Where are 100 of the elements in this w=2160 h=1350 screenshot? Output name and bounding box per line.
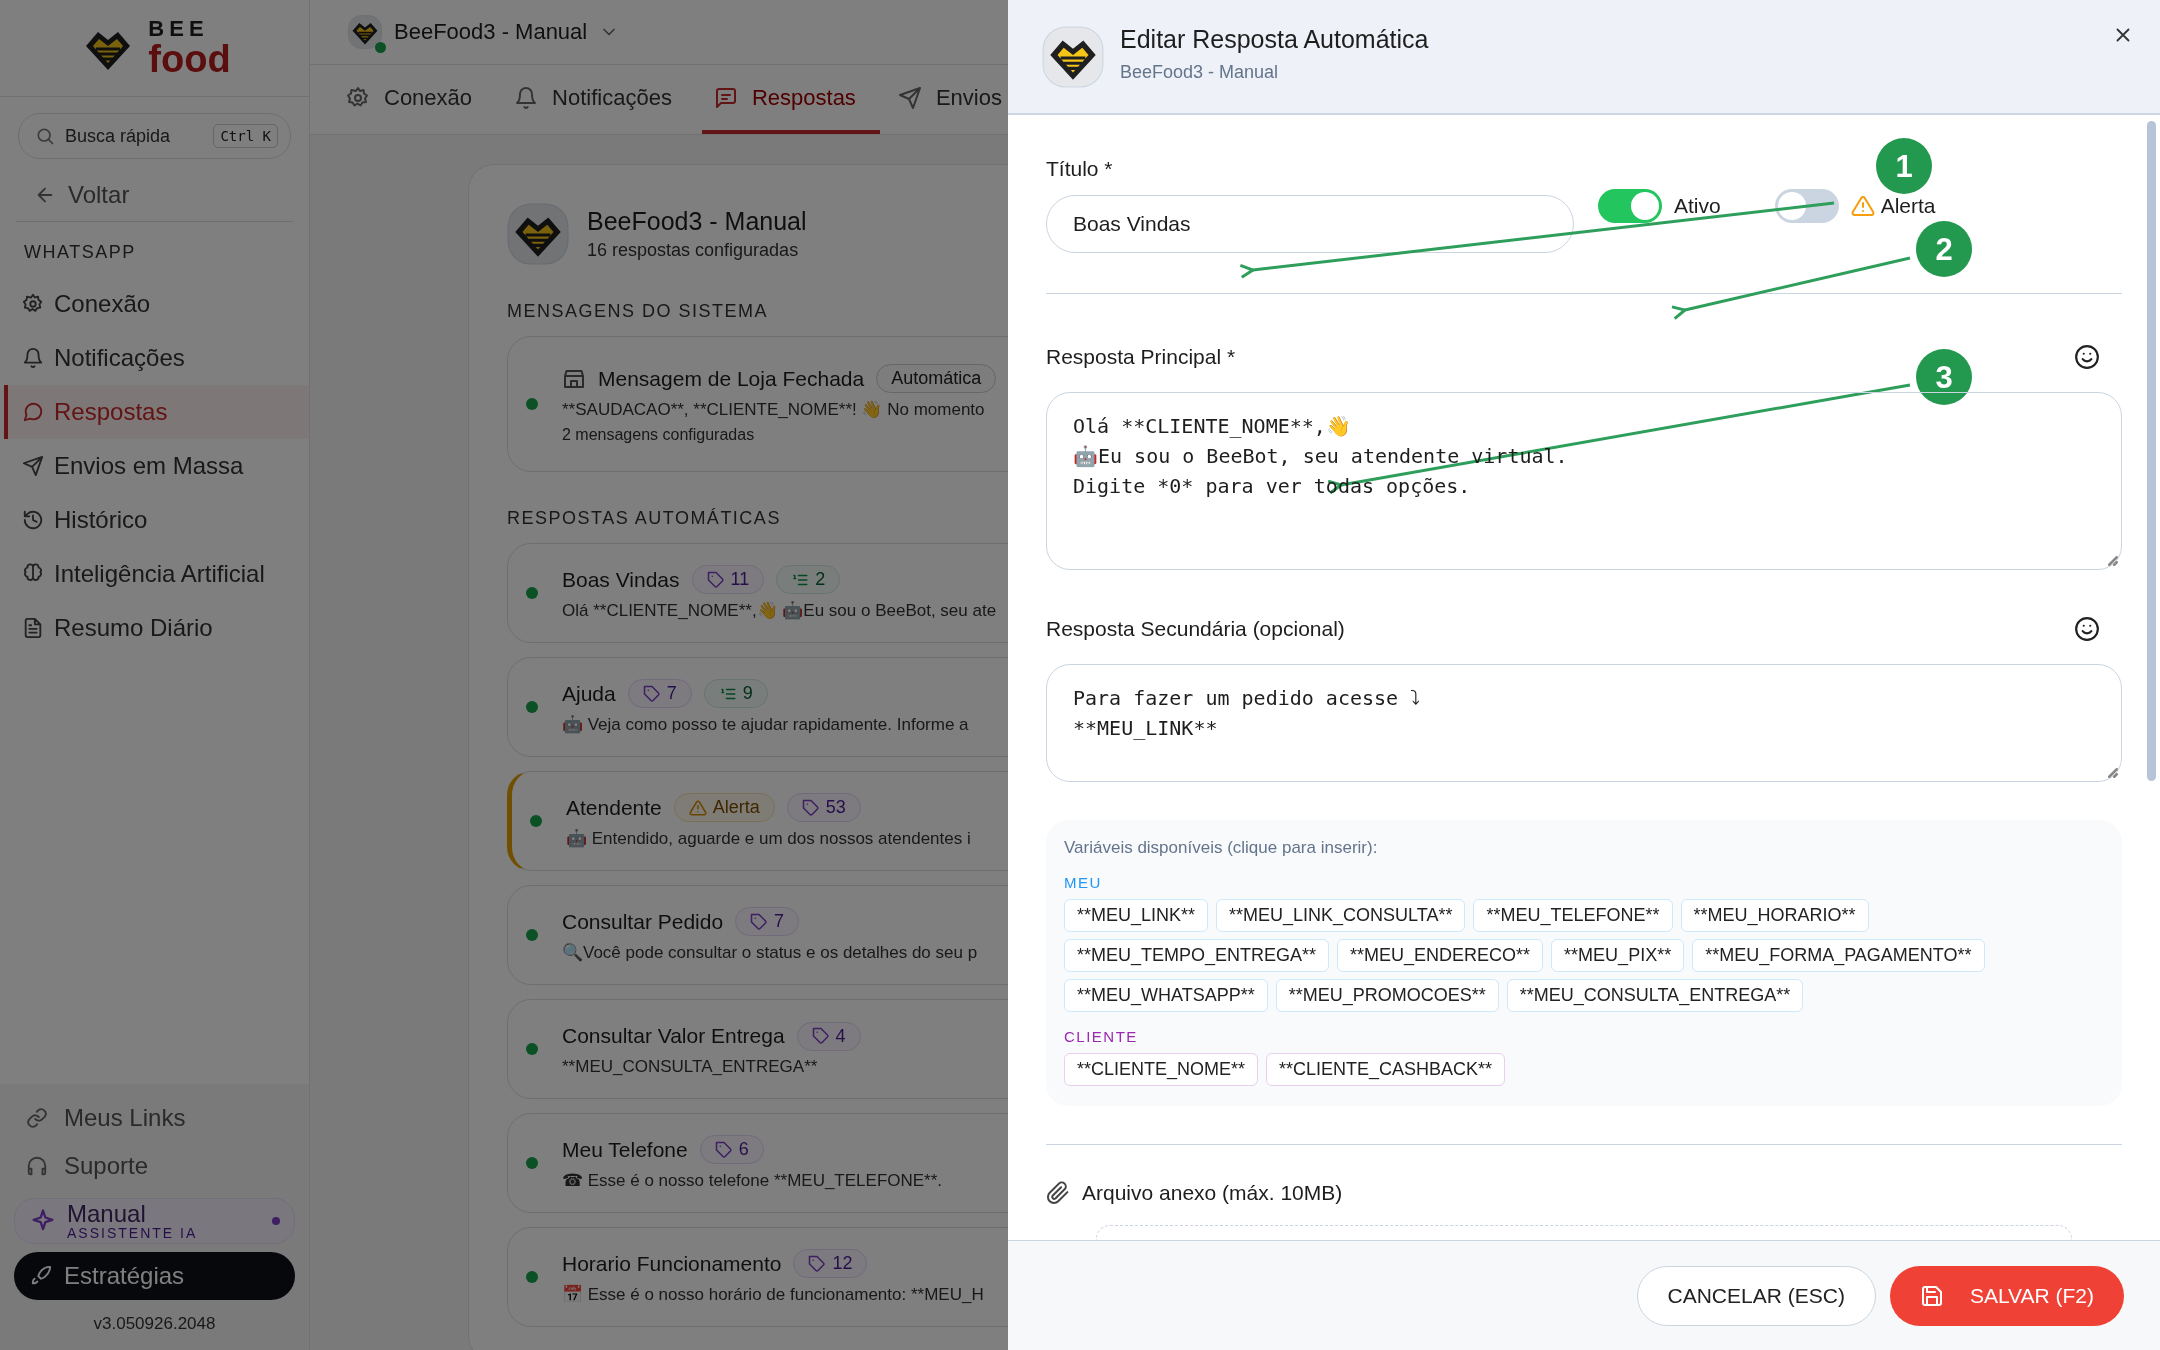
item-title: Consultar Pedido (562, 909, 724, 934)
keyword-count-badge: 6 (699, 1135, 764, 1164)
sidebar-link[interactable]: Meus Links (0, 1094, 309, 1143)
paperclip-icon (1046, 1181, 1070, 1205)
gear-icon (346, 85, 370, 110)
message-field[interactable]: Para fazer um pedido acesse ⤵ **MEU_LINK** (1046, 664, 2122, 782)
keyword-count-badge: 4 (796, 1021, 861, 1051)
cancel-button[interactable]: CANCELAR (ESC) (1636, 1265, 1876, 1326)
item-meta: 2 mensagens configuradas (562, 426, 756, 444)
step-count-badge: 9 (703, 679, 768, 708)
variable-chip[interactable]: **MEU_TEMPO_ENTREGA** (1064, 939, 1330, 972)
item-title: Boas Vindas (562, 567, 680, 592)
tab[interactable]: Notificações (502, 65, 696, 134)
keyword-count-badge: 12 (793, 1249, 868, 1278)
toggle-switch[interactable] (1774, 189, 1839, 223)
callout-number: 2 (1916, 221, 1972, 277)
variable-chip[interactable]: **MEU_CONSULTA_ENTREGA** (1506, 979, 1804, 1012)
section-label: MENSAGENS DO SISTEMA (507, 301, 770, 322)
keyword-count-badge: 53 (786, 793, 861, 822)
status-dot (272, 1217, 280, 1226)
item-preview: 🤖 Veja como posso te ajudar rapidamente. Informe a (562, 714, 969, 735)
tab[interactable]: Respostas (701, 65, 880, 134)
item-title: Horario Funcionamento (562, 1251, 782, 1276)
send-icon (897, 85, 922, 110)
toggle-switch[interactable] (1598, 189, 1662, 223)
callout-number: 1 (1876, 138, 1932, 194)
item-preview: ☎ Esse é o nosso telefone **MEU_TELEFONE**. (562, 1170, 943, 1191)
emoji-icon[interactable] (2074, 616, 2100, 642)
item-preview: 📅 Esse é o nosso horário de funcionamento: **MEU_H (562, 1284, 984, 1305)
strategies-button[interactable]: Estratégias (14, 1252, 295, 1300)
variable-chip[interactable]: **MEU_FORMA_PAGAMENTO** (1692, 939, 1985, 972)
item-preview: **MEU_CONSULTA_ENTREGA** (562, 1056, 819, 1077)
step-count-badge: 2 (776, 565, 841, 594)
item-title: Mensagem de Loja Fechada (598, 366, 865, 391)
variable-chip[interactable]: **MEU_LINK** (1064, 899, 1209, 932)
card-subtitle: 16 respostas configuradas (587, 240, 800, 261)
drawer-title: Editar Resposta Automática (1120, 24, 1430, 54)
version-text: v3.050926.2048 (92, 1313, 217, 1335)
history-icon (22, 509, 44, 531)
item-title: Ajuda (562, 681, 616, 706)
variable-chip[interactable]: **MEU_PROMOCOES** (1275, 979, 1499, 1012)
search-icon (35, 126, 55, 146)
variable-chip[interactable]: **MEU_ENDERECO** (1337, 939, 1544, 972)
scrollbar[interactable] (2147, 121, 2156, 781)
sidebar-item[interactable]: Respostas (4, 385, 309, 439)
tag-icon (811, 1027, 830, 1045)
toggle-label: Ativo (1674, 194, 1721, 218)
resize-grip-icon (2108, 768, 2118, 778)
item-preview: 🤖 Entendido, aguarde e um dos nossos atendentes i (566, 828, 971, 849)
item-title: Atendente (566, 795, 662, 820)
field-label: Arquivo anexo (máx. 10MB) (1082, 1181, 1343, 1205)
toggle-label: Alerta (1880, 194, 1936, 218)
warning-icon (1850, 194, 1875, 218)
tab[interactable]: Envios (885, 65, 1008, 134)
instance-name[interactable]: BeeFood3 - Manual (394, 19, 588, 45)
search-field[interactable]: Busca rápida Ctrl K (18, 113, 291, 159)
variable-chip[interactable]: **MEU_PIX** (1551, 939, 1685, 972)
sidebar-item[interactable]: Notificações (4, 331, 309, 385)
tag-icon (750, 912, 769, 931)
hint-text: Variáveis disponíveis (clique para inserir): (1064, 838, 1379, 858)
save-icon (1919, 1283, 1944, 1308)
sidebar-item[interactable]: Inteligência Artificial (4, 547, 309, 601)
variable-chip[interactable]: **CLIENTE_CASHBACK** (1266, 1053, 1506, 1086)
sidebar-item[interactable]: Histórico (4, 493, 309, 547)
rocket-icon (30, 1265, 52, 1287)
tab[interactable]: Conexão (334, 65, 497, 134)
variable-chip[interactable]: **CLIENTE_NOME** (1064, 1053, 1259, 1086)
callout-number: 3 (1916, 349, 1972, 405)
warning-icon (688, 798, 707, 817)
emoji-icon[interactable] (2074, 344, 2100, 370)
document-icon (22, 617, 44, 639)
sidebar-item[interactable]: Conexão (4, 277, 309, 331)
keyword-count-badge: 11 (691, 565, 765, 594)
sidebar-item[interactable]: Resumo Diário (4, 601, 309, 655)
logo-text: BEE (148, 18, 210, 40)
tag-icon (808, 1254, 827, 1273)
sidebar-link[interactable]: Suporte (0, 1142, 309, 1191)
drawer-subtitle: BeeFood3 - Manual (1120, 61, 1280, 83)
tag-icon (714, 1140, 733, 1159)
logo-text: food (148, 40, 231, 78)
variable-chip[interactable]: **MEU_TELEFONE** (1473, 899, 1673, 932)
variable-chip[interactable]: **MEU_HORARIO** (1680, 899, 1869, 932)
tag-icon (706, 570, 725, 589)
section-label: RESPOSTAS AUTOMÁTICAS (507, 508, 782, 529)
sidebar-item[interactable]: Envios em Massa (4, 439, 309, 493)
save-button[interactable]: SALVAR (F2) (1889, 1265, 2124, 1326)
headphones-icon (26, 1155, 48, 1178)
assistant-title: Manual (67, 1201, 147, 1227)
back-link[interactable]: Voltar (16, 169, 293, 222)
variable-chip[interactable]: **MEU_LINK_CONSULTA** (1216, 899, 1466, 932)
link-icon (26, 1107, 48, 1130)
shortcut-key: Ctrl K (213, 124, 278, 148)
tag-icon (642, 684, 661, 703)
message-icon (713, 85, 738, 110)
instance-avatar-icon (507, 203, 569, 265)
variable-chip[interactable]: **MEU_WHATSAPP** (1064, 979, 1268, 1012)
resize-grip-icon (2108, 556, 2118, 566)
instance-avatar-icon (1042, 25, 1104, 88)
send-icon (22, 455, 44, 477)
assistant-button[interactable]: Manual ASSISTENTE IA (14, 1198, 295, 1244)
